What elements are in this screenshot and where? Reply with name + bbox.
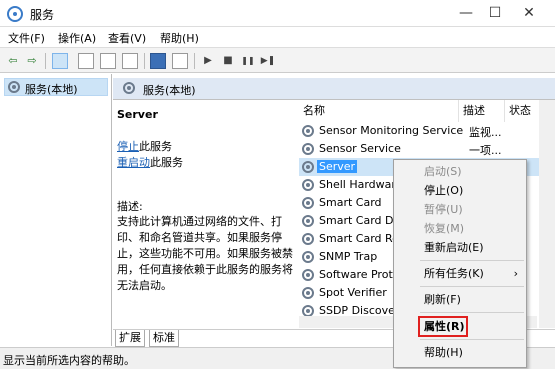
service-gear-icon (302, 143, 314, 155)
description-text: 支持此计算机通过网络的文件、打 印、和命名管道共享。如果服务停 止，这些功能不可… (117, 214, 293, 294)
service-desc: 监视... (469, 126, 502, 139)
service-name: Sensor Monitoring Service (319, 124, 464, 137)
menu-view[interactable]: 查看(V) (108, 30, 146, 46)
service-gear-icon (302, 161, 314, 173)
description-label: 描述: (117, 200, 143, 213)
menu-item-help[interactable]: 帮助(H) (394, 343, 526, 362)
service-name: Spot Verifier (319, 286, 387, 299)
menu-item-refresh[interactable]: 刷新(F) (394, 290, 526, 309)
service-gear-icon (302, 179, 314, 191)
menu-action[interactable]: 操作(A) (58, 30, 96, 46)
restart-link-suffix: 此服务 (150, 156, 183, 169)
toolbar-separator (194, 53, 195, 69)
menu-item-restart[interactable]: 重新启动(E) (394, 238, 526, 257)
service-row[interactable]: Sensor Monitoring Service 监视... (299, 122, 555, 140)
maximize-button[interactable]: ☐ (477, 0, 513, 27)
services-gear-icon (8, 81, 20, 93)
close-button[interactable]: ✕ (511, 0, 547, 27)
title-bar: 服务 — ☐ ✕ (0, 0, 555, 27)
service-gear-icon (302, 251, 314, 263)
submenu-arrow-icon: › (513, 267, 518, 280)
window-title: 服务 (30, 8, 55, 22)
show-hide-icon[interactable] (172, 53, 188, 69)
back-icon[interactable]: ⇦ (5, 53, 21, 69)
vertical-scrollbar[interactable] (539, 100, 555, 328)
service-row[interactable]: Sensor Service 一项... (299, 140, 555, 158)
service-name: Server (317, 160, 358, 173)
restart-service-link[interactable]: 重启动 (117, 156, 150, 169)
menu-file[interactable]: 文件(F) (8, 30, 45, 46)
description-line: 支持此计算机通过网络的文件、打 (117, 215, 282, 228)
toolbar: ⇦ ⇨ ▶ ■ ❚❚ ▶❚ (0, 47, 555, 73)
menu-separator (420, 286, 524, 287)
export-list-icon[interactable] (122, 53, 138, 69)
service-name: Sensor Service (319, 142, 401, 155)
description-line: 印、和命名管道共享。如果服务停 (117, 231, 282, 244)
menu-help[interactable]: 帮助(H) (160, 30, 199, 46)
menu-item-all-tasks-label: 所有任务(K) (424, 267, 484, 280)
status-text: 显示当前所选内容的帮助。 (3, 354, 135, 367)
stop-link-line: 停止此服务 (117, 138, 172, 154)
stop-service-icon[interactable]: ■ (220, 53, 236, 69)
properties-icon[interactable] (78, 53, 94, 69)
toolbar-separator (45, 53, 46, 69)
service-gear-icon (302, 215, 314, 227)
console-tree-icon[interactable] (52, 53, 68, 69)
tab-standard[interactable]: 标准 (149, 330, 179, 347)
toolbar-separator (144, 53, 145, 69)
service-gear-icon (302, 269, 314, 281)
menu-item-resume: 恢复(M) (424, 222, 465, 235)
description-line: 用，任何直接依赖于此服务的服务将 (117, 263, 293, 276)
pause-service-icon[interactable]: ❚❚ (240, 53, 256, 69)
service-description-pane: Server 停止此服务 重启动此服务 描述: 支持此计算机通过网络的文件、打 … (117, 104, 295, 326)
menu-item-start: 启动(S) (424, 165, 462, 178)
column-header-description[interactable]: 描述 (459, 100, 505, 122)
tab-extended[interactable]: 扩展 (115, 330, 145, 347)
service-gear-icon (302, 287, 314, 299)
column-header-name[interactable]: 名称 (299, 100, 459, 122)
menu-separator (420, 312, 524, 313)
panel-title: 服务(本地) (143, 84, 196, 97)
help-icon[interactable] (150, 53, 166, 69)
description-line: 无法启动。 (117, 279, 172, 292)
services-app-icon (7, 6, 23, 22)
service-gear-icon (302, 125, 314, 137)
refresh-icon[interactable] (100, 53, 116, 69)
restart-link-line: 重启动此服务 (117, 154, 183, 170)
tree-item-services-local[interactable]: 服务(本地) (4, 78, 108, 96)
start-service-icon[interactable]: ▶ (200, 53, 216, 69)
stop-link-suffix: 此服务 (139, 140, 172, 153)
panel-header: 服务(本地) (113, 78, 555, 100)
console-tree: 服务(本地) (0, 74, 112, 346)
tree-item-label: 服务(本地) (25, 83, 78, 96)
stop-service-link[interactable]: 停止 (117, 140, 139, 153)
service-gear-icon (302, 233, 314, 245)
menu-item-pause: 暂停(U) (424, 203, 463, 216)
service-gear-icon (302, 197, 314, 209)
forward-icon[interactable]: ⇨ (24, 53, 40, 69)
properties-highlight-box (418, 316, 468, 337)
service-name: Smart Card (319, 196, 382, 209)
service-name: SNMP Trap (319, 250, 378, 263)
services-gear-icon (123, 82, 135, 94)
service-desc: 一项... (469, 144, 502, 157)
description-line: 止，这些功能不可用。如果服务被禁 (117, 247, 293, 260)
menu-separator (420, 260, 524, 261)
menu-bar: 文件(F) 操作(A) 查看(V) 帮助(H) (0, 27, 555, 47)
menu-item-stop[interactable]: 停止(O) (394, 181, 526, 200)
menu-separator (420, 339, 524, 340)
selected-service-name: Server (117, 108, 158, 121)
menu-item-all-tasks[interactable]: 所有任务(K) › (394, 264, 526, 283)
restart-service-icon[interactable]: ▶❚ (260, 53, 276, 69)
